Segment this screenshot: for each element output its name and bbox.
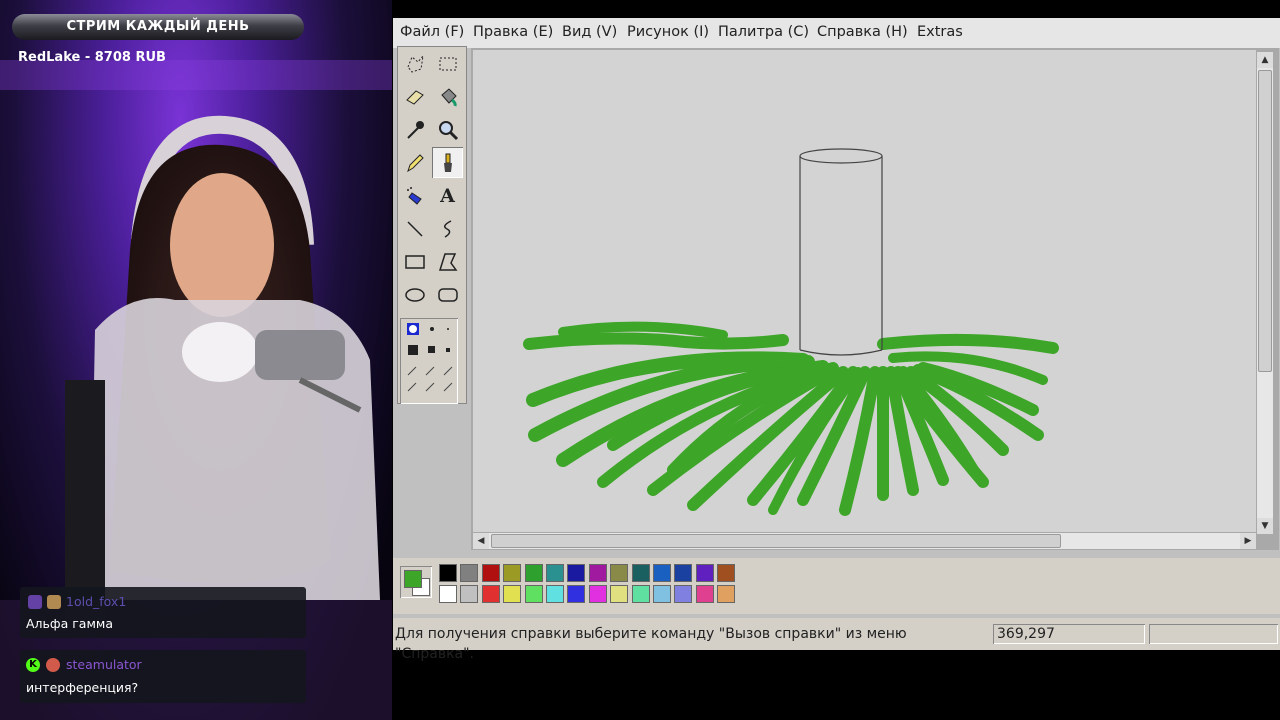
chat-text: Альфа гамма: [26, 616, 113, 631]
menu-file[interactable]: Файл (F): [400, 24, 464, 40]
palette-swatch[interactable]: [610, 585, 629, 603]
polygon-icon[interactable]: [432, 246, 463, 277]
line-icon[interactable]: [399, 213, 430, 244]
palette-swatch[interactable]: [460, 564, 479, 582]
drawing-canvas[interactable]: [473, 50, 1256, 532]
menu-image[interactable]: Рисунок (I): [627, 24, 709, 40]
status-help-text: Для получения справки выберите команду "…: [395, 626, 907, 662]
menu-edit[interactable]: Правка (E): [473, 24, 553, 40]
magnifier-icon[interactable]: [432, 114, 463, 145]
eraser-icon[interactable]: [399, 81, 430, 112]
kick-icon: K: [26, 657, 40, 672]
palette-swatch[interactable]: [439, 564, 457, 582]
scroll-right-icon[interactable]: ▶: [1240, 533, 1256, 549]
color-palette: [393, 558, 1280, 614]
paint-window: Файл (F) Правка (E) Вид (V) Рисунок (I) …: [393, 18, 1280, 662]
rounded-rect-icon[interactable]: [432, 279, 463, 310]
palette-swatch[interactable]: [546, 564, 564, 582]
foreground-color-swatch[interactable]: [404, 570, 422, 588]
palette-swatch[interactable]: [695, 585, 714, 603]
pencil-icon[interactable]: [399, 147, 430, 178]
status-bar: Для получения справки выберите команду "…: [393, 618, 1280, 662]
palette-swatch[interactable]: [588, 564, 607, 582]
palette-swatch[interactable]: [567, 564, 586, 582]
avatar-icon: [47, 594, 61, 609]
palette-swatch[interactable]: [674, 564, 693, 582]
menu-view[interactable]: Вид (V): [562, 24, 617, 40]
menu-palette[interactable]: Палитра (C): [718, 24, 809, 40]
donation-label: RedLake - 8708 RUB: [18, 50, 166, 65]
palette-swatch[interactable]: [503, 585, 522, 603]
palette-swatch[interactable]: [546, 585, 564, 603]
chat-username: steamulator: [66, 657, 142, 672]
palette-swatch[interactable]: [653, 564, 671, 582]
palette-swatch[interactable]: [717, 564, 736, 582]
current-colors[interactable]: [400, 566, 432, 598]
chat-username: 1old_fox1: [66, 594, 127, 609]
palette-swatch[interactable]: [631, 585, 650, 603]
chat-message: 1old_fox1 Альфа гамма: [20, 587, 306, 638]
brush-icon[interactable]: [432, 147, 463, 178]
free-select-icon[interactable]: [399, 48, 430, 79]
palette-swatch[interactable]: [524, 564, 543, 582]
palette-swatch[interactable]: [610, 564, 629, 582]
text-icon[interactable]: A: [432, 180, 463, 211]
twitch-icon: [28, 594, 42, 609]
menu-help[interactable]: Справка (H): [817, 24, 908, 40]
ellipse-icon[interactable]: [399, 279, 430, 310]
horizontal-scrollbar[interactable]: ◀ ▶: [473, 533, 1256, 549]
vertical-scrollbar[interactable]: ▲ ▼: [1257, 52, 1273, 534]
vertical-scroll-thumb[interactable]: [1258, 70, 1272, 372]
palette-swatch[interactable]: [481, 564, 500, 582]
status-extra-pane: [1149, 624, 1278, 644]
chat-message: K steamulator интерференция?: [20, 650, 306, 703]
palette-swatch[interactable]: [717, 585, 736, 603]
palette-swatch[interactable]: [674, 585, 693, 603]
rectangle-icon[interactable]: [399, 246, 430, 277]
airbrush-icon[interactable]: [399, 180, 430, 211]
chat-text: интерференция?: [26, 680, 139, 695]
menu-extras[interactable]: Extras: [917, 24, 963, 40]
palette-swatch[interactable]: [439, 585, 457, 603]
color-picker-icon[interactable]: [399, 114, 430, 145]
palette-swatch[interactable]: [653, 585, 671, 603]
curve-icon[interactable]: [432, 213, 463, 244]
balloon-icon: [46, 657, 60, 672]
stream-banner: СТРИМ КАЖДЫЙ ДЕНЬ: [12, 14, 304, 40]
rect-select-icon[interactable]: [432, 48, 463, 79]
palette-swatch[interactable]: [695, 564, 714, 582]
scroll-left-icon[interactable]: ◀: [473, 533, 489, 549]
cursor-coordinates: 369,297: [993, 624, 1145, 644]
drawing: [523, 148, 1059, 516]
palette-swatch[interactable]: [524, 585, 543, 603]
palette-swatch[interactable]: [481, 585, 500, 603]
canvas-area: ▲ ▼ ◀ ▶: [471, 48, 1279, 550]
fill-bucket-icon[interactable]: [432, 81, 463, 112]
palette-swatch[interactable]: [460, 585, 479, 603]
tool-options-panel[interactable]: [400, 318, 458, 404]
menu-bar: Файл (F) Правка (E) Вид (V) Рисунок (I) …: [393, 18, 1280, 48]
palette-swatch[interactable]: [588, 585, 607, 603]
palette-swatch[interactable]: [567, 585, 586, 603]
scroll-down-icon[interactable]: ▼: [1257, 518, 1273, 534]
scroll-up-icon[interactable]: ▲: [1257, 52, 1273, 68]
horizontal-scroll-thumb[interactable]: [491, 534, 1061, 548]
palette-swatch[interactable]: [631, 564, 650, 582]
palette-swatch[interactable]: [503, 564, 522, 582]
